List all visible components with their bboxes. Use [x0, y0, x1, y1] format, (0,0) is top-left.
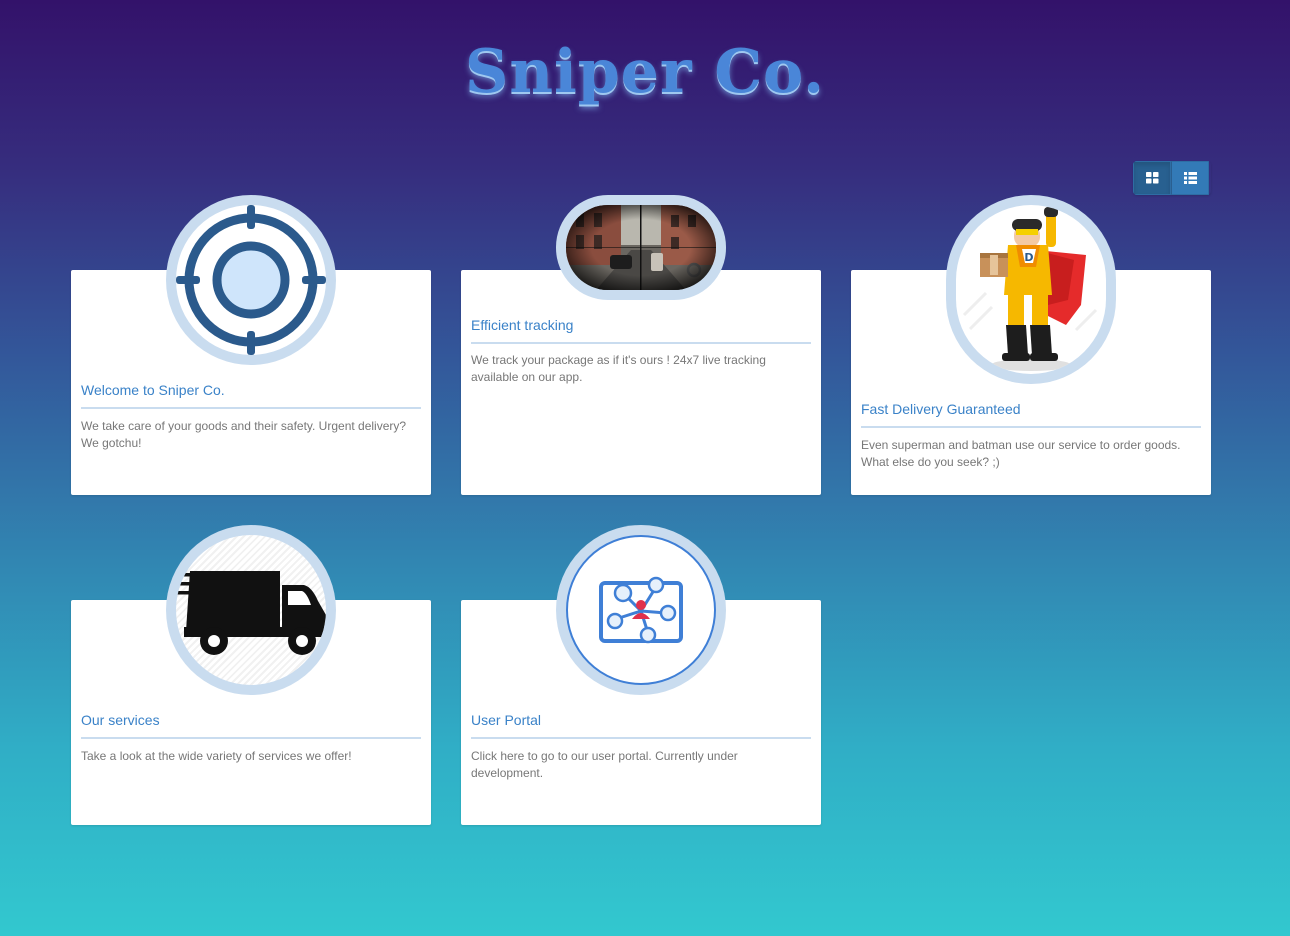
th-list-icon: [1183, 172, 1197, 184]
card-welcome-image[interactable]: [166, 195, 336, 365]
superhero-courier-image: D: [956, 205, 1106, 374]
card-tracking[interactable]: Efficient tracking We track your package…: [461, 270, 821, 495]
card-tracking-image[interactable]: [556, 195, 726, 300]
site-title: Sniper Co.: [465, 37, 825, 107]
card-text: Take a look at the wide variety of servi…: [81, 749, 352, 763]
svg-text:D: D: [1024, 251, 1033, 264]
card-user-portal-image[interactable]: [556, 525, 726, 695]
card-fast-delivery-image[interactable]: D: [946, 195, 1116, 384]
card-text: We take care of your goods and their saf…: [81, 419, 407, 450]
card-title: Welcome to Sniper Co.: [81, 382, 421, 409]
card-services-image[interactable]: [166, 525, 336, 695]
card-text: Click here to go to our user portal. Cur…: [471, 749, 738, 780]
view-toggle-group: [1133, 161, 1211, 195]
card-title: User Portal: [471, 712, 811, 739]
card-title: Efficient tracking: [471, 317, 811, 344]
delivery-truck-icon: [176, 535, 326, 685]
user-network-icon: [568, 537, 714, 683]
th-large-icon: [1145, 172, 1159, 184]
card-text: Even superman and batman use our service…: [861, 438, 1181, 469]
card-title: Fast Delivery Guaranteed: [861, 401, 1201, 428]
scope-view-image: [566, 205, 716, 290]
card-title: Our services: [81, 712, 421, 739]
list-view-button[interactable]: [1171, 161, 1209, 195]
grid-view-button[interactable]: [1133, 161, 1171, 195]
crosshair-icon: [176, 205, 326, 355]
card-text: We track your package as if it's ours ! …: [471, 353, 766, 384]
